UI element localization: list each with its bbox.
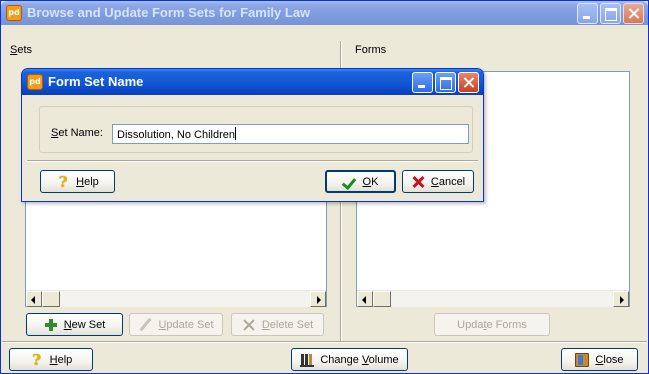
update-forms-label: Update Forms	[457, 318, 527, 331]
dialog-help-label: Help	[76, 175, 99, 188]
arrow-left-icon	[362, 296, 366, 304]
forms-label: Forms	[355, 44, 387, 56]
help-icon: ?	[58, 172, 68, 191]
arrow-right-icon	[317, 296, 321, 304]
volume-icon	[300, 353, 315, 367]
main-titlebar[interactable]: pd Browse and Update Form Sets for Famil…	[1, 1, 648, 25]
help-button[interactable]: ? Help	[9, 348, 93, 371]
scroll-thumb[interactable]	[373, 291, 391, 307]
dialog-title: Form Set Name	[48, 74, 144, 89]
close-icon[interactable]	[623, 3, 644, 24]
maximize-icon[interactable]	[435, 72, 456, 93]
minimize-icon[interactable]	[577, 3, 598, 24]
pd-app-icon: pd	[27, 74, 43, 90]
maximize-icon[interactable]	[600, 3, 621, 24]
x-icon	[242, 318, 256, 332]
set-name-input[interactable]: Dissolution, No Children	[112, 124, 469, 144]
cancel-button[interactable]: Cancel	[402, 170, 474, 193]
minimize-icon[interactable]	[412, 72, 433, 93]
change-volume-button[interactable]: Change Volume	[291, 348, 408, 371]
door-icon	[575, 352, 590, 367]
cancel-label: Cancel	[430, 175, 466, 188]
new-set-button[interactable]: New Set	[26, 313, 123, 336]
dialog-divider	[27, 160, 478, 162]
ok-label: OK	[362, 175, 379, 188]
pencil-icon	[138, 318, 152, 332]
close-button[interactable]: Close	[561, 348, 638, 371]
dialog-titlebar[interactable]: pd Form Set Name	[22, 69, 483, 95]
help-label: Help	[49, 353, 73, 366]
x-icon	[411, 175, 425, 189]
scroll-left-button[interactable]	[357, 291, 373, 307]
forms-horizontal-scrollbar[interactable]	[357, 290, 629, 307]
ok-button[interactable]: OK	[325, 170, 396, 193]
arrow-right-icon	[620, 296, 624, 304]
set-name-label: Set Name:	[51, 127, 103, 139]
checkmark-icon	[343, 175, 357, 189]
dialog-help-button[interactable]: ? Help	[40, 170, 115, 193]
update-set-label: Update Set	[158, 318, 214, 331]
window-title: Browse and Update Form Sets for Family L…	[27, 5, 311, 20]
scroll-right-button[interactable]	[310, 291, 326, 307]
sets-horizontal-scrollbar[interactable]	[26, 290, 326, 307]
bottom-divider	[2, 341, 647, 343]
scroll-right-button[interactable]	[613, 291, 629, 307]
sets-label: Sets	[10, 44, 33, 56]
form-set-name-dialog: pd Form Set Name Set Name: Dissolution, …	[21, 68, 484, 202]
change-volume-label: Change Volume	[320, 353, 399, 366]
close-label: Close	[595, 353, 624, 366]
update-set-button[interactable]: Update Set	[129, 313, 223, 336]
arrow-left-icon	[31, 296, 35, 304]
plus-icon	[44, 318, 58, 332]
update-forms-button[interactable]: Update Forms	[434, 313, 550, 336]
scroll-left-button[interactable]	[26, 291, 42, 307]
delete-set-button[interactable]: Delete Set	[231, 313, 324, 336]
text-caret	[235, 127, 236, 140]
scroll-thumb[interactable]	[42, 291, 60, 307]
new-set-label: New Set	[63, 318, 106, 331]
pd-app-icon: pd	[6, 5, 22, 21]
delete-set-label: Delete Set	[261, 318, 314, 331]
close-icon[interactable]	[458, 72, 479, 93]
help-icon: ?	[32, 350, 42, 369]
